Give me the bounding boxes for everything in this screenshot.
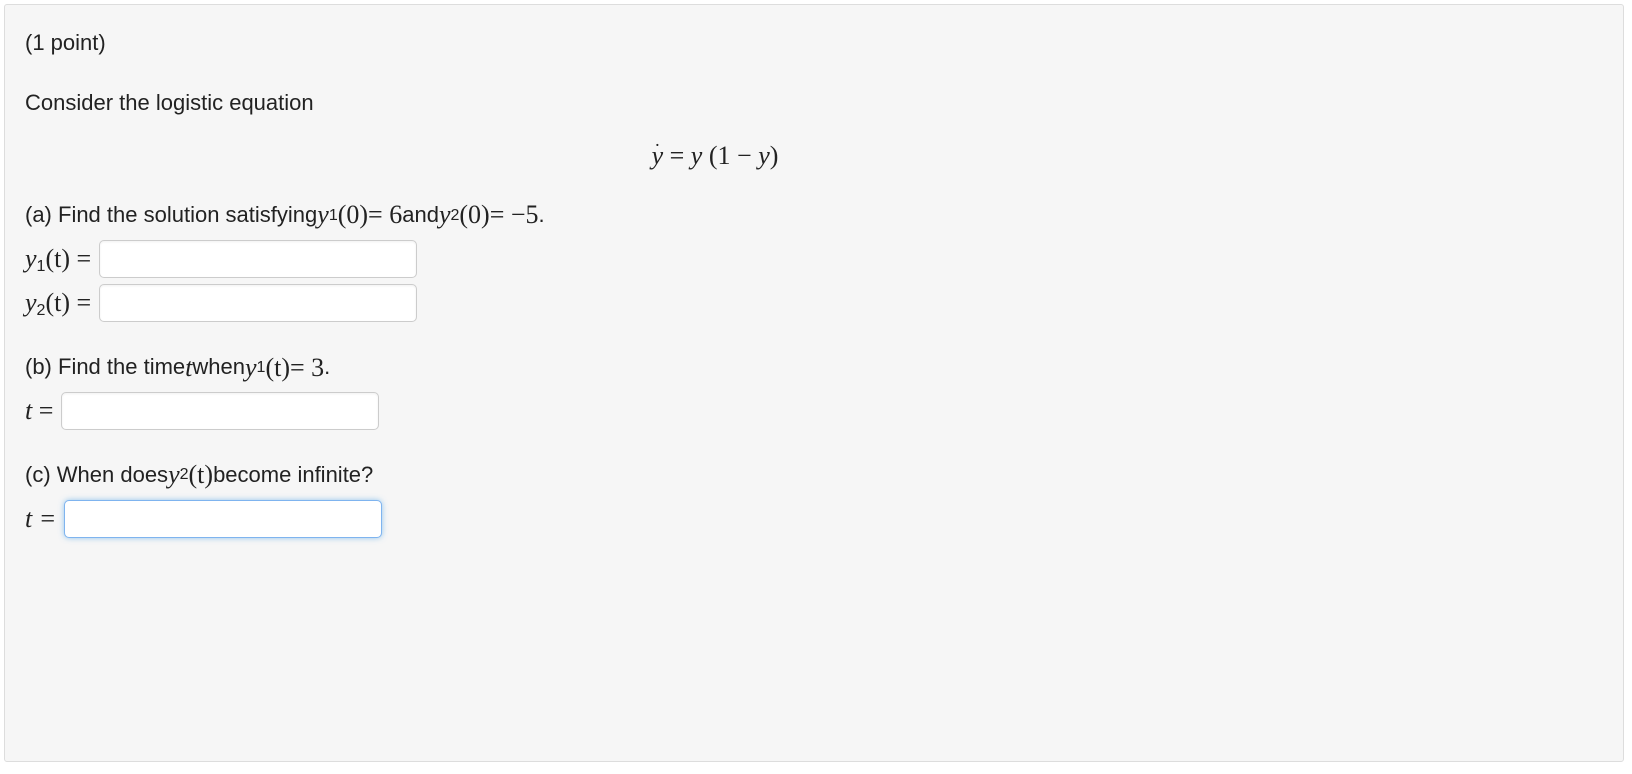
y1-input[interactable] (99, 240, 417, 278)
part-b-prefix: (b) Find the time (25, 351, 185, 383)
part-b-ysub: 1 (257, 356, 266, 379)
y1-zero-arg: (0) (338, 196, 368, 234)
y1-label-var: y (25, 244, 37, 273)
part-c-answer-row: t = (25, 500, 1603, 538)
part-c-prefix: (c) When does (25, 459, 168, 491)
part-c-prompt: (c) When does y2(t) become infinite? (25, 456, 1603, 494)
part-c-suffix: become infinite? (213, 459, 373, 491)
part-b-yeq: = 3 (290, 349, 324, 387)
part-b-mid: when (192, 351, 245, 383)
y1-answer-row: y1(t) = (25, 240, 1603, 278)
y2-input[interactable] (99, 284, 417, 322)
part-b-suffix: . (324, 351, 330, 383)
part-b-t-label: t = (25, 392, 53, 430)
y1-zero-eq: = 6 (368, 196, 402, 234)
part-a-prompt: (a) Find the solution satisfying y1(0) =… (25, 196, 1603, 234)
part-b-t-input[interactable] (61, 392, 379, 430)
y2-answer-row: y2(t) = (25, 284, 1603, 322)
y1-zero-sub: 1 (329, 204, 338, 227)
y2-label: y2(t) = (25, 284, 91, 322)
part-c-t-input[interactable] (64, 500, 382, 538)
part-c-t-label-text: t = (25, 504, 56, 533)
part-c-yvar: y (168, 456, 180, 494)
part-b-yarg: (t) (265, 349, 290, 387)
y1-label-eq: = (70, 244, 91, 273)
part-b-t-label-eq: = (32, 396, 53, 425)
part-c-yarg: (t) (189, 456, 214, 494)
part-c-ysub: 2 (180, 463, 189, 486)
part-c-t-label: t = (25, 500, 56, 538)
y2-label-arg: (t) (45, 288, 70, 317)
y2-label-eq: = (70, 288, 91, 317)
y1-label-arg: (t) (45, 244, 70, 273)
part-a-between: and (402, 199, 439, 231)
y2-zero-var: y (439, 196, 451, 234)
y1-label: y1(t) = (25, 240, 91, 278)
y2-zero-eq: = −5 (490, 196, 539, 234)
problem-panel: (1 point) Consider the logistic equation… (4, 4, 1624, 762)
y2-zero-sub: 2 (450, 204, 459, 227)
points-label: (1 point) (25, 27, 1603, 59)
logistic-equation: .y = y (1 − y) (465, 137, 965, 175)
y1-zero-var: y (317, 196, 329, 234)
y2-label-var: y (25, 288, 37, 317)
part-b-prompt: (b) Find the time t when y1(t) = 3. (25, 349, 1603, 387)
y2-zero-arg: (0) (459, 196, 489, 234)
part-b-answer-row: t = (25, 392, 1603, 430)
intro-text: Consider the logistic equation (25, 87, 1603, 119)
part-b-yvar: y (245, 349, 257, 387)
part-a-prefix: (a) Find the solution satisfying (25, 199, 317, 231)
part-a-suffix: . (539, 199, 545, 231)
